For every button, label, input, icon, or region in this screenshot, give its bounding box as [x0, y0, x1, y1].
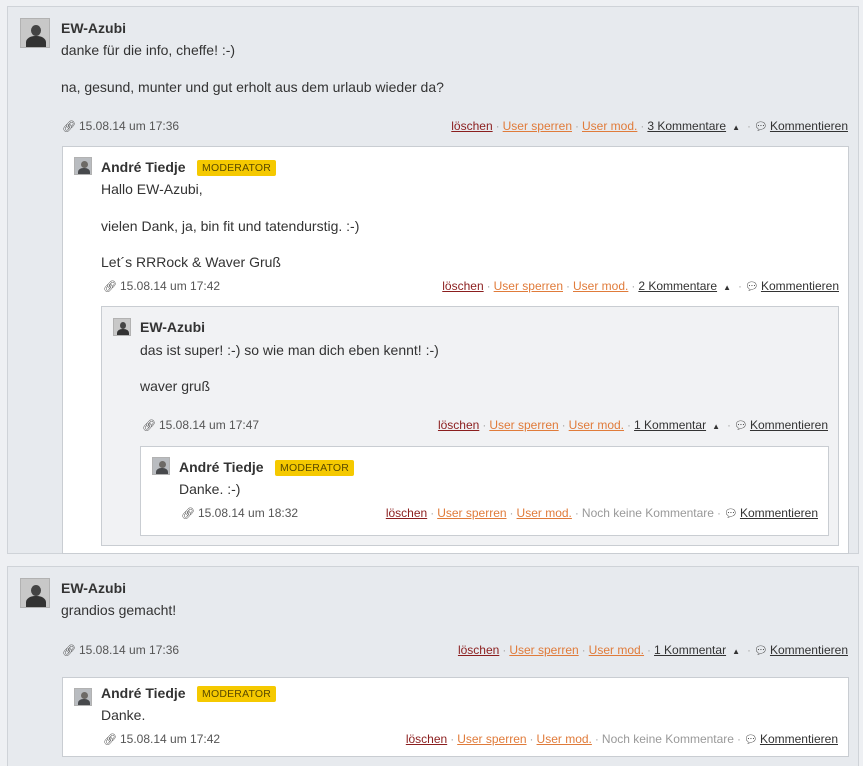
reply-link[interactable]: Kommentieren: [760, 732, 838, 746]
delete-link[interactable]: löschen: [442, 279, 483, 293]
comment-timestamp[interactable]: 🔗︎ 15.08.14 um 17:47: [142, 418, 259, 432]
speech-bubble-icon: 💬︎: [723, 508, 738, 520]
comment-timestamp[interactable]: 🔗︎ 15.08.14 um 17:42: [103, 732, 220, 746]
comment-actions: löschen · User sperren · User mod. · 1 Komment…: [437, 418, 828, 432]
speech-bubble-icon: 💬︎: [753, 121, 768, 133]
comment-thread: EW-Azubi grandios gemacht! 🔗︎ 15.08.14 um…: [7, 566, 859, 766]
block-user-link[interactable]: User sperren: [437, 506, 506, 520]
speech-bubble-icon: 💬︎: [753, 645, 768, 657]
no-comments-label: Noch keine Kommentare: [581, 506, 714, 520]
comment-thread: EW-Azubi danke für die info, cheffe! :-)…: [7, 6, 859, 554]
comment-text-line: Let´s RRRock & Waver Gruß: [101, 254, 281, 270]
avatar: [113, 318, 131, 336]
moderator-badge: MODERATOR: [197, 686, 277, 702]
reply-comment: André Tiedje MODERATOR Hallo EW-Azubi, v…: [62, 146, 849, 554]
user-mod-link[interactable]: User mod.: [537, 732, 592, 746]
block-user-link[interactable]: User sperren: [489, 418, 558, 432]
avatar: [20, 18, 50, 48]
comment-timestamp[interactable]: 🔗︎ 15.08.14 um 17:42: [103, 279, 220, 293]
comment-count-link[interactable]: 3 Kommentare: [647, 119, 726, 133]
delete-link[interactable]: löschen: [438, 418, 479, 432]
delete-link[interactable]: löschen: [386, 506, 427, 520]
permalink-icon: 🔗︎: [103, 281, 117, 293]
avatar: [74, 688, 92, 706]
comment-text-line: danke für die info, cheffe! :-): [61, 42, 236, 58]
reply-link[interactable]: Kommentieren: [770, 119, 848, 133]
reply-link[interactable]: Kommentieren: [761, 279, 839, 293]
delete-link[interactable]: löschen: [458, 643, 499, 657]
permalink-icon: 🔗︎: [142, 420, 156, 432]
user-mod-link[interactable]: User mod.: [517, 506, 572, 520]
user-mod-link[interactable]: User mod.: [569, 418, 624, 432]
permalink-icon: 🔗︎: [181, 508, 195, 520]
comment-text-line: na, gesund, munter und gut erholt aus de…: [61, 79, 444, 95]
moderator-badge: MODERATOR: [275, 460, 355, 476]
comment-text-line: Danke. :-): [179, 481, 241, 497]
user-mod-link[interactable]: User mod.: [589, 643, 644, 657]
reply-comment: André Tiedje MODERATOR Danke. :-) 🔗︎ 15.0…: [140, 446, 829, 536]
delete-link[interactable]: löschen: [406, 732, 447, 746]
block-user-link[interactable]: User sperren: [503, 119, 572, 133]
comment-author[interactable]: EW-Azubi: [140, 319, 205, 335]
comment-text-line: vielen Dank, ja, bin fit und tatendursti…: [101, 218, 360, 234]
user-mod-link[interactable]: User mod.: [582, 119, 637, 133]
comment-text-line: waver gruß: [140, 378, 211, 394]
comment-actions: löschen · User sperren · User mod. · 1 Komment…: [457, 643, 848, 657]
comment-author[interactable]: EW-Azubi: [61, 20, 126, 36]
comment-author[interactable]: André Tiedje: [179, 459, 264, 475]
speech-bubble-icon: 💬︎: [743, 734, 758, 746]
collapse-triangle-icon[interactable]: ▲: [712, 422, 720, 431]
reply-link[interactable]: Kommentieren: [740, 506, 818, 520]
block-user-link[interactable]: User sperren: [457, 732, 526, 746]
comment-actions: löschen · User sperren · User mod. · Noch kein…: [405, 732, 838, 746]
delete-link[interactable]: löschen: [451, 119, 492, 133]
comment-count-link[interactable]: 1 Kommentar: [634, 418, 706, 432]
comment-timestamp[interactable]: 🔗︎ 15.08.14 um 18:32: [181, 506, 298, 520]
comment-text-line: Hallo EW-Azubi,: [101, 181, 203, 197]
reply-link[interactable]: Kommentieren: [750, 418, 828, 432]
permalink-icon: 🔗︎: [62, 121, 76, 133]
comment-timestamp[interactable]: 🔗︎ 15.08.14 um 17:36: [62, 643, 179, 657]
comment-actions: löschen · User sperren · User mod. · 3 Komment…: [451, 119, 848, 133]
block-user-link[interactable]: User sperren: [509, 643, 578, 657]
avatar: [74, 157, 92, 175]
permalink-icon: 🔗︎: [103, 734, 117, 746]
user-mod-link[interactable]: User mod.: [573, 279, 628, 293]
comment-count-link[interactable]: 2 Kommentare: [638, 279, 717, 293]
avatar: [152, 457, 170, 475]
permalink-icon: 🔗︎: [62, 645, 76, 657]
comment-author[interactable]: André Tiedje: [101, 685, 186, 701]
reply-comment: EW-Azubi das ist super! :-) so wie man d…: [101, 306, 839, 546]
moderator-badge: MODERATOR: [197, 160, 277, 176]
comment-text-line: Danke.: [101, 707, 146, 723]
reply-comment: André Tiedje MODERATOR Danke. 🔗︎ 15.08.14…: [62, 677, 849, 757]
collapse-triangle-icon[interactable]: ▲: [732, 123, 740, 132]
collapse-triangle-icon[interactable]: ▲: [723, 283, 731, 292]
comment-author[interactable]: EW-Azubi: [61, 580, 126, 596]
speech-bubble-icon: 💬︎: [744, 281, 759, 293]
comment-timestamp[interactable]: 🔗︎ 15.08.14 um 17:36: [62, 119, 179, 133]
no-comments-label: Noch keine Kommentare: [601, 732, 734, 746]
block-user-link[interactable]: User sperren: [494, 279, 563, 293]
comment-text-line: das ist super! :-) so wie man dich eben …: [140, 342, 439, 358]
reply-link[interactable]: Kommentieren: [770, 643, 848, 657]
comment-text-line: grandios gemacht!: [61, 602, 177, 618]
comment-actions: löschen · User sperren · User mod. · Noch kein…: [385, 506, 818, 520]
comment-actions: löschen · User sperren · User mod. · 2 Komment…: [442, 279, 839, 293]
comment-author[interactable]: André Tiedje: [101, 159, 186, 175]
speech-bubble-icon: 💬︎: [733, 420, 748, 432]
avatar: [20, 578, 50, 608]
collapse-triangle-icon[interactable]: ▲: [732, 647, 740, 656]
comment-count-link[interactable]: 1 Kommentar: [654, 643, 726, 657]
